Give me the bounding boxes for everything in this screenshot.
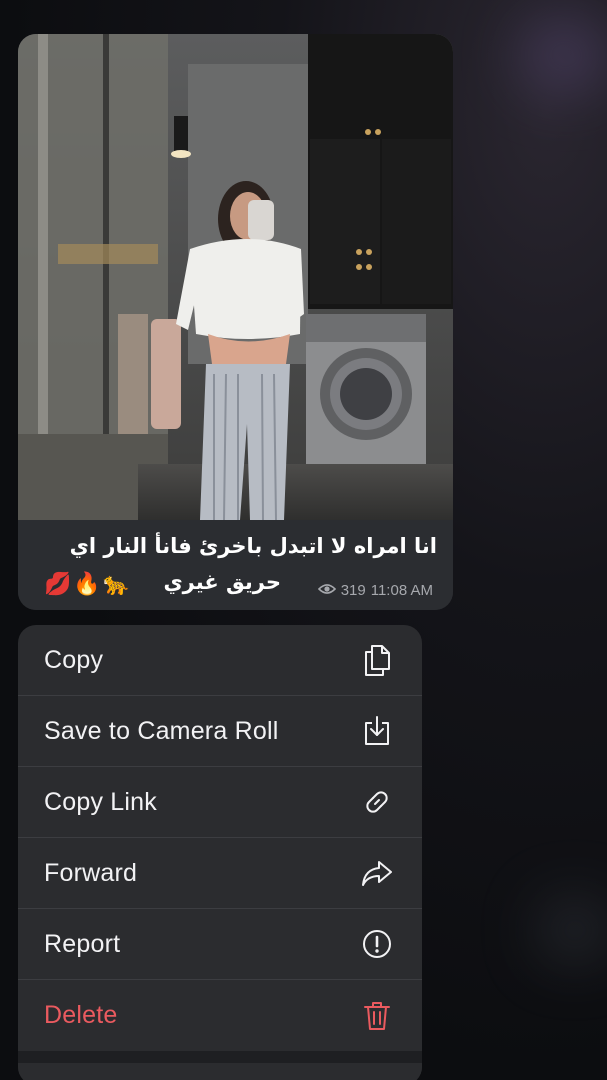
eye-icon: [317, 582, 336, 599]
menu-item-copy-link[interactable]: Copy Link: [18, 767, 422, 838]
photo-illustration: [18, 34, 453, 520]
link-icon: [360, 785, 394, 819]
forward-arrow-icon: [360, 856, 394, 890]
exclamation-circle-icon: [360, 927, 394, 961]
menu-item-label: Copy Link: [44, 787, 157, 816]
view-count: 319: [340, 582, 366, 599]
save-download-icon: [360, 714, 394, 748]
menu-item-report[interactable]: Report: [18, 909, 422, 980]
message-emojis: 💋🔥🐆: [44, 571, 133, 596]
message-bubble[interactable]: انا امراه لا اتبدل باخرئ فانأ النار اي 💋…: [18, 34, 453, 610]
menu-item-label: Save to Camera Roll: [44, 716, 279, 745]
message-caption-line2: حريق غيري: [163, 570, 281, 594]
trash-icon: [360, 999, 394, 1033]
background-blur: [540, 900, 607, 960]
menu-item-delete[interactable]: Delete: [18, 980, 422, 1051]
screen: انا امراه لا اتبدل باخرئ فانأ النار اي 💋…: [0, 0, 607, 1080]
context-menu: Copy Save to Camera Roll Copy Link Forwa…: [18, 625, 422, 1080]
menu-item-forward[interactable]: Forward: [18, 838, 422, 909]
message-caption-line1: انا امراه لا اتبدل باخرئ فانأ النار اي: [69, 534, 437, 558]
message-time: 11:08 AM: [370, 582, 433, 599]
message-caption-area: انا امراه لا اتبدل باخرئ فانأ النار اي 💋…: [18, 520, 453, 610]
menu-item-label: Delete: [44, 1001, 118, 1029]
menu-item-label: Forward: [44, 858, 138, 887]
copy-icon: [360, 643, 394, 677]
menu-item-copy[interactable]: Copy: [18, 625, 422, 696]
menu-separator: [18, 1051, 422, 1063]
background-blur: [520, 20, 607, 90]
menu-item-label: Copy: [44, 645, 104, 674]
menu-item-label: Report: [44, 929, 121, 958]
menu-item-save-to-camera-roll[interactable]: Save to Camera Roll: [18, 696, 422, 767]
message-meta: 319 11:08 AM: [317, 582, 433, 599]
message-photo[interactable]: [18, 34, 453, 520]
menu-more-section: [18, 1063, 422, 1080]
